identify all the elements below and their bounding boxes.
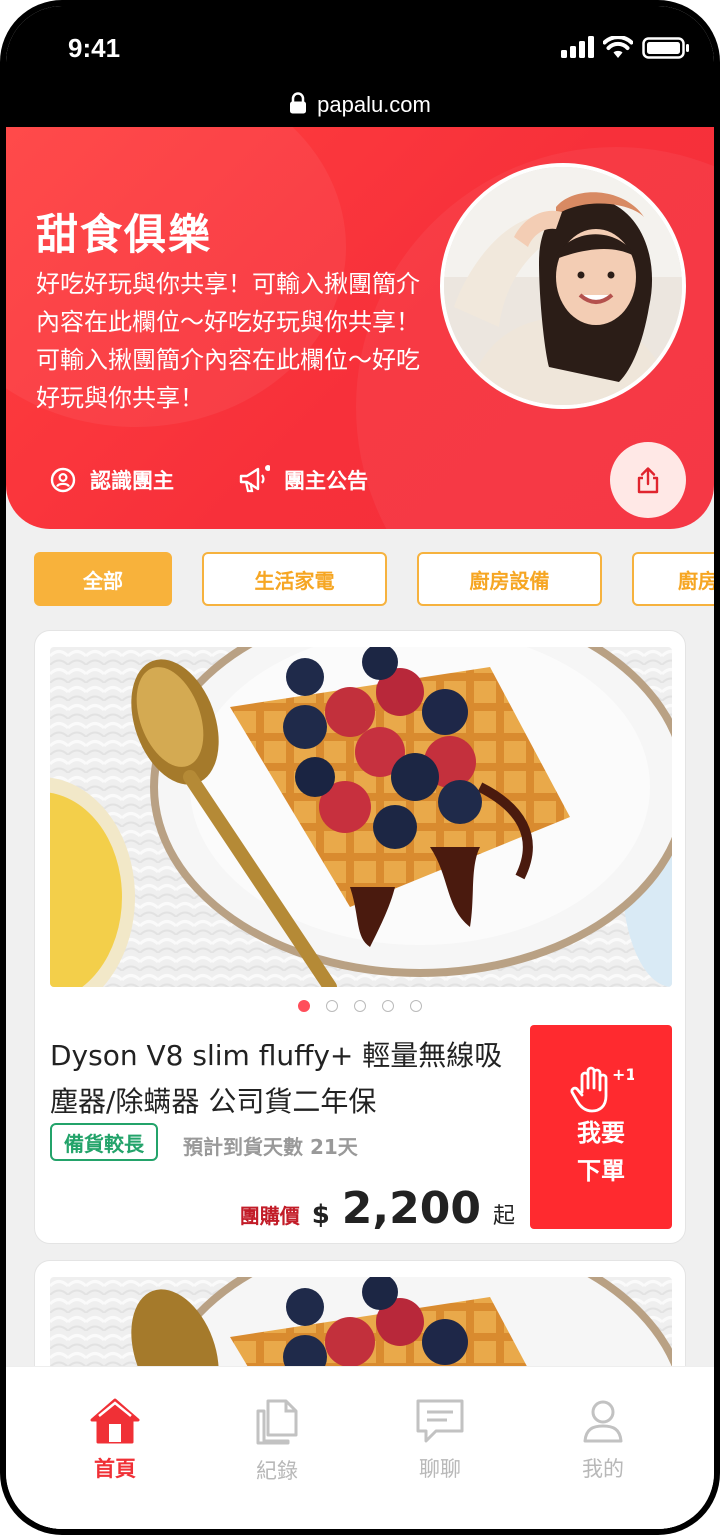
nav-label-records: 紀錄: [256, 1459, 298, 1483]
home-icon: [90, 1398, 140, 1444]
category-tab-appliances[interactable]: 生活家電: [202, 552, 387, 606]
category-tab-kitchen-equipment[interactable]: 廚房設備: [417, 552, 602, 606]
price-suffix: 起: [492, 1204, 515, 1229]
screen: 9:41 papalu.com 甜食俱樂 好吃好玩與你共享！可輸入揪團簡介內容在…: [6, 6, 714, 1529]
carousel-dot[interactable]: [298, 1000, 310, 1012]
lock-icon: [290, 92, 307, 114]
user-circle-icon: [50, 467, 76, 493]
category-tabs: 全部 生活家電 廚房設備 廚房: [34, 552, 714, 608]
price-label: 團購價: [239, 1204, 300, 1228]
profile-icon: [583, 1400, 623, 1443]
signal-icon: [561, 36, 594, 58]
raise-hand-icon: +1: [570, 1065, 634, 1113]
nav-label-profile: 我的: [582, 1457, 624, 1481]
delivery-eta: 預計到貨天數 21天: [183, 1135, 358, 1159]
carousel-dots: [35, 997, 685, 1016]
phone-frame: 9:41 papalu.com 甜食俱樂 好吃好玩與你共享！可輸入揪團簡介內容在…: [0, 0, 720, 1535]
bottom-nav: 首頁 紀錄 聊聊 我的: [6, 1366, 714, 1529]
wifi-icon: [603, 36, 633, 58]
battery-icon: [642, 37, 689, 59]
url-bar[interactable]: papalu.com: [6, 92, 714, 118]
about-host-link[interactable]: 認識團主: [50, 465, 174, 495]
place-order-button[interactable]: +1 我要 下單: [530, 1025, 672, 1229]
nav-item-home[interactable]: 首頁: [55, 1397, 175, 1483]
host-announcement-link[interactable]: 團主公告: [238, 465, 368, 495]
about-host-label: 認識團主: [90, 469, 174, 493]
url-text: papalu.com: [317, 92, 431, 117]
carousel-dot[interactable]: [382, 1000, 394, 1012]
category-tab-kitchen[interactable]: 廚房: [632, 552, 714, 606]
place-order-label-1: 我要: [577, 1119, 625, 1147]
megaphone-icon: [239, 465, 270, 493]
product-card[interactable]: Dyson V8 slim fluffy+ 輕量無線吸塵器/除螨器 公司貨二年保…: [34, 630, 686, 1244]
group-hero: 甜食俱樂 好吃好玩與你共享！可輸入揪團簡介內容在此欄位～好吃好玩與你共享！可輸入…: [6, 127, 714, 529]
nav-item-records[interactable]: 紀錄: [217, 1397, 337, 1485]
group-description: 好吃好玩與你共享！可輸入揪團簡介內容在此欄位～好吃好玩與你共享！可輸入揪團簡介內…: [36, 270, 420, 412]
price-currency: $: [311, 1200, 330, 1230]
host-announcement-label: 團主公告: [284, 469, 368, 493]
price-row: 團購價 $ 2,200 起: [50, 1183, 515, 1234]
nav-item-chat[interactable]: 聊聊: [380, 1397, 500, 1483]
order-badge: +1: [612, 1065, 634, 1084]
place-order-label-2: 下單: [577, 1157, 625, 1185]
carousel-dot[interactable]: [354, 1000, 366, 1012]
status-bar: 9:41 papalu.com: [6, 6, 714, 133]
carousel-dot[interactable]: [410, 1000, 422, 1012]
nav-item-profile[interactable]: 我的: [543, 1397, 663, 1483]
carousel-dot[interactable]: [326, 1000, 338, 1012]
host-avatar: [440, 163, 686, 409]
price-amount: 2,200: [341, 1183, 481, 1234]
document-icon: [256, 1399, 298, 1445]
nav-label-chat: 聊聊: [419, 1457, 461, 1481]
category-tab-all[interactable]: 全部: [34, 552, 172, 606]
share-icon: [637, 467, 659, 494]
group-title: 甜食俱樂: [36, 210, 213, 259]
product-title[interactable]: Dyson V8 slim fluffy+ 輕量無線吸塵器/除螨器 公司貨二年保: [50, 1033, 520, 1125]
product-image[interactable]: [50, 647, 672, 987]
stock-badge: 備貨較長: [50, 1123, 158, 1161]
chat-icon: [416, 1399, 464, 1443]
status-time: 9:41: [68, 33, 121, 63]
share-button[interactable]: [610, 442, 686, 518]
nav-label-home: 首頁: [94, 1457, 136, 1481]
